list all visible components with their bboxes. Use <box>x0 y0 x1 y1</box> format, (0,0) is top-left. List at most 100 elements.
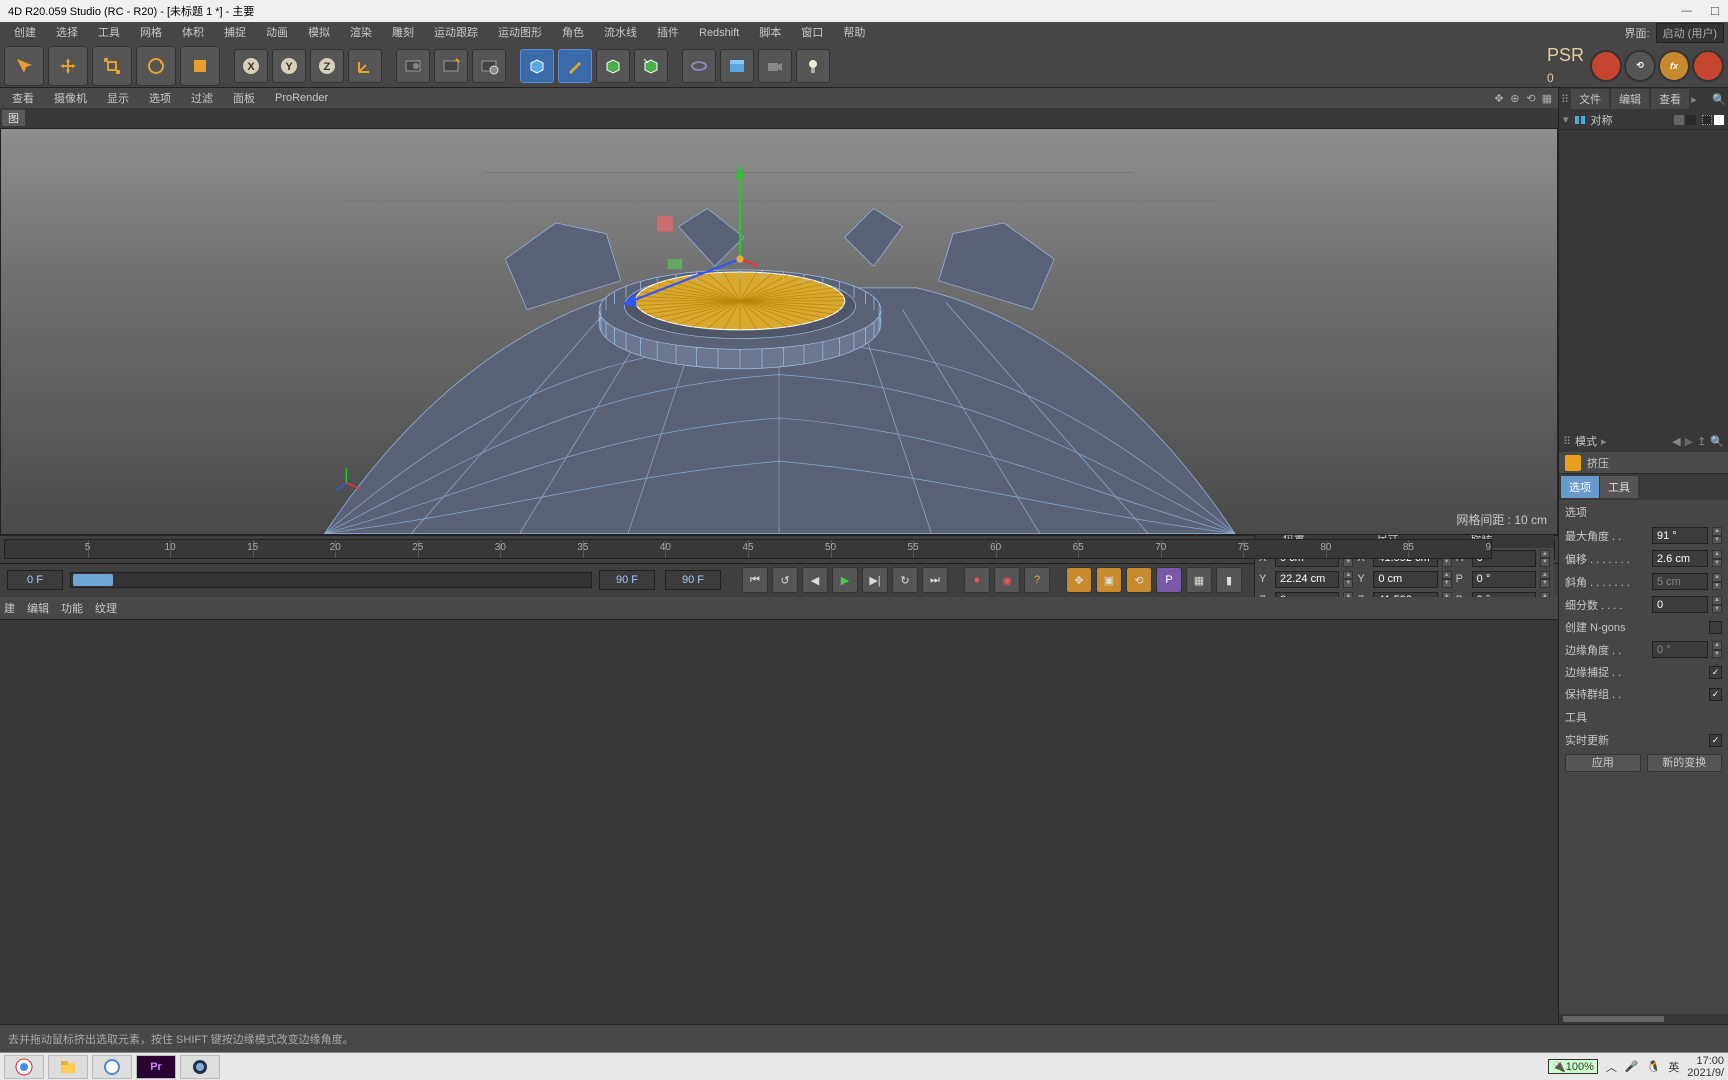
om-tab-edit[interactable]: 编辑 <box>1611 89 1649 109</box>
prev-frame-button[interactable]: ◀ <box>802 567 828 593</box>
menu-volume[interactable]: 体积 <box>172 22 214 44</box>
attr-nav-up-icon[interactable]: ↥ <box>1697 435 1706 448</box>
key-misc-button[interactable]: ▮ <box>1216 567 1242 593</box>
vp-menu-panel[interactable]: 面板 <box>223 90 265 106</box>
primitive-cube-button[interactable] <box>520 49 554 83</box>
ngons-checkbox[interactable] <box>1709 621 1722 634</box>
menu-character[interactable]: 角色 <box>552 22 594 44</box>
last-tool[interactable] <box>180 46 220 86</box>
tray-mic-icon[interactable]: 🎤 <box>1625 1060 1639 1073</box>
attr-mode-label[interactable]: 模式 <box>1575 433 1597 449</box>
task-c4d-icon[interactable] <box>180 1055 220 1079</box>
menu-animate[interactable]: 动画 <box>256 22 298 44</box>
object-name-label[interactable]: 对称 <box>1591 112 1613 128</box>
end-frame-field[interactable]: 90 F <box>599 570 655 590</box>
vp-menu-prorender[interactable]: ProRender <box>265 92 338 104</box>
vp-menu-view[interactable]: 查看 <box>2 90 44 106</box>
menu-render[interactable]: 渲染 <box>340 22 382 44</box>
edge-snap-checkbox[interactable]: ✓ <box>1709 666 1722 679</box>
param-field-1[interactable] <box>1652 550 1708 567</box>
vp-nav-toggle-icon[interactable]: ▦ <box>1540 91 1554 105</box>
key-rot-button[interactable]: ⟲ <box>1126 567 1152 593</box>
next-frame-button[interactable]: ▶| <box>862 567 888 593</box>
x-axis-lock[interactable]: X <box>234 49 268 83</box>
current-frame-field[interactable]: 0 F <box>7 570 63 590</box>
hierarchy-toggle-icon[interactable]: ▾ <box>1563 113 1569 126</box>
goto-end-button[interactable]: ⏭ <box>922 567 948 593</box>
attr-new-transform-button[interactable]: 新的变换 <box>1647 754 1723 772</box>
menu-tools[interactable]: 工具 <box>88 22 130 44</box>
key-param-button[interactable]: P <box>1156 567 1182 593</box>
field-button[interactable] <box>682 49 716 83</box>
pos-Y-field[interactable] <box>1275 571 1339 588</box>
keep-group-checkbox[interactable]: ✓ <box>1709 688 1722 701</box>
menu-snap[interactable]: 捕捉 <box>214 22 256 44</box>
tab-texture[interactable]: 纹理 <box>95 600 117 616</box>
param-spinner-1[interactable]: ▲▼ <box>1712 550 1722 567</box>
vis-render-icon[interactable] <box>1702 115 1712 125</box>
task-app1-icon[interactable] <box>92 1055 132 1079</box>
size-Y-field[interactable] <box>1373 571 1437 588</box>
attr-nav-back-icon[interactable]: ◀ <box>1672 435 1680 448</box>
key-scale-button[interactable]: ▣ <box>1096 567 1122 593</box>
param-field-0[interactable] <box>1652 527 1708 544</box>
live-select-tool[interactable] <box>4 46 44 86</box>
om-search-icon[interactable]: 🔍 <box>1712 93 1726 106</box>
slider-handle[interactable] <box>73 574 113 586</box>
record-button[interactable]: ● <box>964 567 990 593</box>
attr-tab-options[interactable]: 选项 <box>1561 476 1599 498</box>
psr-key-button[interactable]: ⟲ <box>1624 50 1656 82</box>
rotate-tool[interactable] <box>136 46 176 86</box>
vp-menu-camera[interactable]: 摄像机 <box>44 90 97 106</box>
menu-create[interactable]: 创建 <box>4 22 46 44</box>
spline-pen-button[interactable] <box>558 49 592 83</box>
vp-menu-display[interactable]: 显示 <box>97 90 139 106</box>
render-view-button[interactable] <box>396 49 430 83</box>
param-spinner-3[interactable]: ▲▼ <box>1712 596 1722 613</box>
key-pos-button[interactable]: ✥ <box>1066 567 1092 593</box>
param-spinner-0[interactable]: ▲▼ <box>1712 527 1722 544</box>
object-row-symmetry[interactable]: ▾ 对称 <box>1559 110 1728 130</box>
om-tab-file[interactable]: 文件 <box>1571 89 1609 109</box>
battery-icon[interactable]: 🔌100% <box>1548 1059 1598 1074</box>
object-manager-body[interactable] <box>1559 130 1728 430</box>
tray-date[interactable]: 2021/9/ <box>1687 1067 1724 1079</box>
menu-simulate[interactable]: 模拟 <box>298 22 340 44</box>
step-back-loop-button[interactable]: ↺ <box>772 567 798 593</box>
attr-tab-tool[interactable]: 工具 <box>1600 476 1638 498</box>
deformer-button[interactable] <box>634 49 668 83</box>
goto-start-button[interactable]: ⏮ <box>742 567 768 593</box>
vp-nav-zoom-icon[interactable]: ⊕ <box>1508 91 1522 105</box>
camera-button[interactable] <box>758 49 792 83</box>
environment-button[interactable] <box>720 49 754 83</box>
end-frame-box2[interactable]: 90 F <box>665 570 721 590</box>
z-axis-lock[interactable]: Z <box>310 49 344 83</box>
menu-mograph[interactable]: 运动图形 <box>488 22 552 44</box>
layer-dot-icon[interactable] <box>1674 115 1684 125</box>
tray-chevron-icon[interactable]: ︿ <box>1606 1059 1617 1075</box>
tab-function[interactable]: 功能 <box>61 600 83 616</box>
perspective-viewport[interactable]: 网格间距 : 10 cm <box>0 128 1558 535</box>
task-explorer-icon[interactable] <box>48 1055 88 1079</box>
om-tab-view[interactable]: 查看 <box>1651 89 1689 109</box>
tab-edit[interactable]: 编辑 <box>27 600 49 616</box>
minimize-button[interactable]: — <box>1681 5 1692 18</box>
menu-motiontrack[interactable]: 运动跟踪 <box>424 22 488 44</box>
vp-nav-rotate-icon[interactable]: ⟲ <box>1524 91 1538 105</box>
attr-search-icon[interactable]: 🔍 <box>1710 435 1724 448</box>
menu-window[interactable]: 窗口 <box>791 22 833 44</box>
tray-time[interactable]: 17:00 <box>1696 1055 1724 1067</box>
menu-pipeline[interactable]: 流水线 <box>594 22 647 44</box>
key-options-button[interactable]: ? <box>1024 567 1050 593</box>
menu-script[interactable]: 脚本 <box>749 22 791 44</box>
vis-editor-icon[interactable] <box>1686 115 1696 125</box>
menu-plugins[interactable]: 插件 <box>647 22 689 44</box>
menu-help[interactable]: 帮助 <box>833 22 875 44</box>
menu-sculpt[interactable]: 雕刻 <box>382 22 424 44</box>
timeline-slider[interactable] <box>70 572 592 588</box>
psr-record-button[interactable] <box>1590 50 1622 82</box>
edge-angle-spinner[interactable]: ▲▼ <box>1712 641 1722 658</box>
tab-create[interactable]: 建 <box>4 600 15 616</box>
tray-qq-icon[interactable]: 🐧 <box>1647 1060 1661 1073</box>
material-area[interactable] <box>0 619 1558 1025</box>
